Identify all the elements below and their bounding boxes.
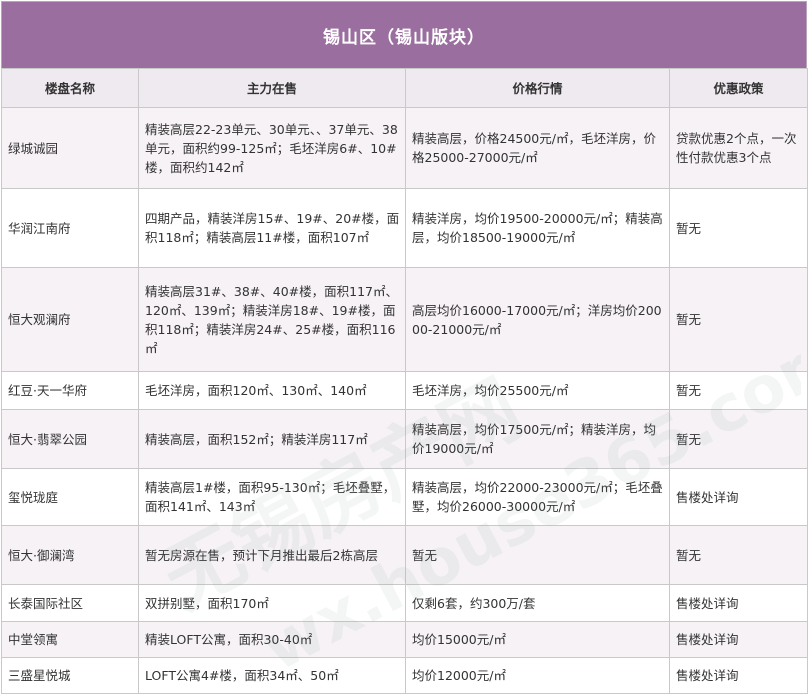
- cell-price: 毛坯洋房，均价25500元/㎡: [405, 371, 670, 410]
- table-row: 三盛星悦城 LOFT公寓4#楼，面积34㎡、50㎡ 均价12000元/㎡ 售楼处…: [1, 657, 808, 694]
- cell-price: 精装洋房，均价19500-20000元/㎡；精装高层，均价18500-19000…: [405, 188, 670, 268]
- table-title: 锡山区（锡山版块）: [1, 1, 807, 69]
- cell-price: 精装高层，均价22000-23000元/㎡；毛坯叠墅，均价26000-30000…: [405, 468, 670, 526]
- cell-price: 精装高层，价格24500元/㎡，毛坯洋房，价格25000-27000元/㎡: [405, 107, 670, 189]
- cell-price: 暂无: [405, 525, 670, 585]
- cell-price: 高层均价16000-17000元/㎡；洋房均价20000-21000元/㎡: [405, 267, 670, 372]
- table-row: 恒大·翡翠公园 精装高层，面积152㎡；精装洋房117㎡ 精装高层，均价1750…: [1, 409, 808, 469]
- cell-policy: 售楼处详询: [669, 584, 808, 622]
- page: 锡山区（锡山版块） 楼盘名称 主力在售 价格行情 优惠政策 绿城诚园 精装高层2…: [1, 1, 808, 697]
- table-row: 长泰国际社区 双拼别墅，面积170㎡ 仅剩6套，约300万/套 售楼处详询: [1, 584, 808, 622]
- cell-sale: 精装高层31#、38#、40#楼，面积117㎡、120㎡、139㎡；精装洋房18…: [138, 267, 406, 372]
- cell-sale: 暂无房源在售，预计下月推出最后2栋高层: [138, 525, 406, 585]
- table-row: 恒大·御澜湾 暂无房源在售，预计下月推出最后2栋高层 暂无 暂无: [1, 525, 808, 585]
- cell-name: 长泰国际社区: [1, 584, 139, 622]
- cell-price: 精装高层，均价17500元/㎡；精装洋房，均价19000元/㎡: [405, 409, 670, 469]
- cell-price: 均价12000元/㎡: [405, 657, 670, 694]
- cell-name: 绿城诚园: [1, 107, 139, 189]
- header-sale: 主力在售: [138, 68, 406, 108]
- property-table: 楼盘名称 主力在售 价格行情 优惠政策 绿城诚园 精装高层22-23单元、30单…: [1, 68, 808, 694]
- cell-sale: 精装高层1#楼，面积95-130㎡；毛坯叠墅，面积141㎡、143㎡: [138, 468, 406, 526]
- cell-sale: 毛坯洋房，面积120㎡、130㎡、140㎡: [138, 371, 406, 410]
- cell-sale: 精装高层22-23单元、30单元、、37单元、38单元，面积约99-125㎡；毛…: [138, 107, 406, 189]
- table-row: 红豆·天一华府 毛坯洋房，面积120㎡、130㎡、140㎡ 毛坯洋房，均价255…: [1, 371, 808, 410]
- cell-policy: 售楼处详询: [669, 621, 808, 658]
- cell-name: 恒大·翡翠公园: [1, 409, 139, 469]
- cell-policy: 贷款优惠2个点，一次性付款优惠3个点: [669, 107, 808, 189]
- cell-price: 均价15000元/㎡: [405, 621, 670, 658]
- table-row: 玺悦珑庭 精装高层1#楼，面积95-130㎡；毛坯叠墅，面积141㎡、143㎡ …: [1, 468, 808, 526]
- cell-sale: 四期产品，精装洋房15#、19#、20#楼，面积118㎡；精装高层11#楼，面积…: [138, 188, 406, 268]
- table-row: 中堂领寓 精装LOFT公寓，面积30-40㎡ 均价15000元/㎡ 售楼处详询: [1, 621, 808, 658]
- cell-policy: 暂无: [669, 409, 808, 469]
- cell-policy: 暂无: [669, 525, 808, 585]
- cell-sale: 精装高层，面积152㎡；精装洋房117㎡: [138, 409, 406, 469]
- cell-name: 玺悦珑庭: [1, 468, 139, 526]
- cell-policy: 售楼处详询: [669, 468, 808, 526]
- cell-name: 恒大·御澜湾: [1, 525, 139, 585]
- cell-price: 仅剩6套，约300万/套: [405, 584, 670, 622]
- cell-name: 中堂领寓: [1, 621, 139, 658]
- table-row: 华润江南府 四期产品，精装洋房15#、19#、20#楼，面积118㎡；精装高层1…: [1, 188, 808, 268]
- cell-policy: 暂无: [669, 188, 808, 268]
- cell-policy: 暂无: [669, 371, 808, 410]
- cell-name: 恒大观澜府: [1, 267, 139, 372]
- table-row: 绿城诚园 精装高层22-23单元、30单元、、37单元、38单元，面积约99-1…: [1, 107, 808, 189]
- header-name: 楼盘名称: [1, 68, 139, 108]
- table-row: 恒大观澜府 精装高层31#、38#、40#楼，面积117㎡、120㎡、139㎡；…: [1, 267, 808, 372]
- cell-policy: 暂无: [669, 267, 808, 372]
- cell-sale: LOFT公寓4#楼，面积34㎡、50㎡: [138, 657, 406, 694]
- header-row: 楼盘名称 主力在售 价格行情 优惠政策: [1, 68, 808, 108]
- header-policy: 优惠政策: [669, 68, 808, 108]
- cell-name: 华润江南府: [1, 188, 139, 268]
- cell-name: 三盛星悦城: [1, 657, 139, 694]
- cell-policy: 售楼处详询: [669, 657, 808, 694]
- header-price: 价格行情: [405, 68, 670, 108]
- cell-name: 红豆·天一华府: [1, 371, 139, 410]
- cell-sale: 双拼别墅，面积170㎡: [138, 584, 406, 622]
- cell-sale: 精装LOFT公寓，面积30-40㎡: [138, 621, 406, 658]
